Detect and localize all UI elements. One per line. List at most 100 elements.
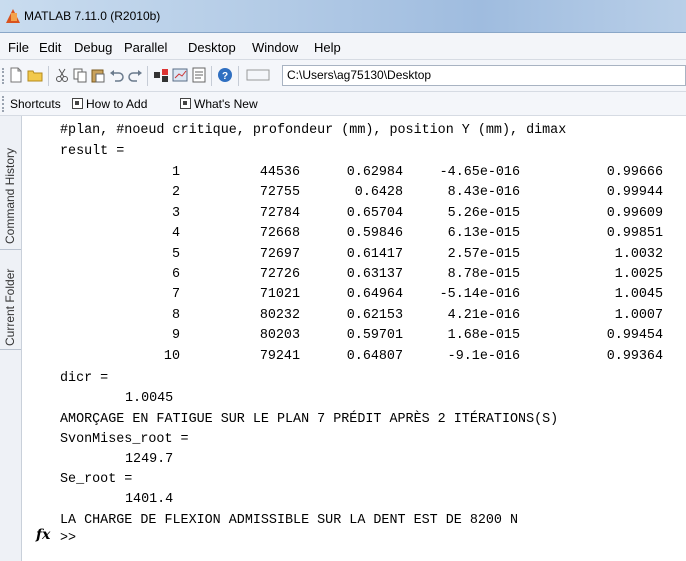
simulink-icon[interactable] xyxy=(153,67,169,83)
profondeur-cell: 0.59701 xyxy=(346,328,403,344)
se-root-label: Se_root = xyxy=(60,472,133,487)
menu-edit[interactable]: Edit xyxy=(39,40,61,55)
plan-cell: 9 xyxy=(171,328,180,344)
menu-window[interactable]: Window xyxy=(252,40,298,55)
shortcut-whats-new[interactable]: What's New xyxy=(180,97,258,111)
table-row: 2 72755 0.6428 8.43e-016 0.99944 xyxy=(60,185,680,205)
profondeur-cell: 0.64964 xyxy=(346,287,403,303)
profondeur-cell: 0.62153 xyxy=(346,307,403,323)
profondeur-cell: 0.59846 xyxy=(346,226,403,242)
paste-icon[interactable] xyxy=(90,67,106,83)
dimax-cell: 0.99944 xyxy=(606,185,663,201)
profondeur-cell: 0.65704 xyxy=(346,205,403,221)
shortcuts-bar: Shortcuts How to Add What's New xyxy=(0,92,686,116)
result-label: result = xyxy=(60,144,125,159)
dimax-cell: 0.99609 xyxy=(606,205,663,221)
se-root-value: 1401.4 xyxy=(125,492,174,507)
shortcut-label: What's New xyxy=(194,97,258,111)
menu-parallel[interactable]: Parallel xyxy=(124,40,167,55)
noeud-cell: 72784 xyxy=(259,205,300,221)
shortcut-icon xyxy=(72,98,83,109)
shortcut-icon xyxy=(180,98,191,109)
noeud-cell: 71021 xyxy=(259,287,300,303)
guide-icon[interactable] xyxy=(172,67,188,83)
current-folder-input[interactable]: C:\Users\ag75130\Desktop xyxy=(282,65,686,86)
undo-icon[interactable] xyxy=(109,67,125,83)
svg-text:?: ? xyxy=(222,71,228,82)
tab-label: Command History xyxy=(3,147,17,244)
tab-label: Current Folder xyxy=(3,268,17,346)
dimax-cell: 1.0045 xyxy=(614,287,663,303)
side-tabs: Command History Current Folder xyxy=(0,116,22,561)
menu-file[interactable]: File xyxy=(8,40,29,55)
new-file-icon[interactable] xyxy=(8,67,24,83)
noeud-cell: 80232 xyxy=(259,307,300,323)
position-y-cell: 1.68e-015 xyxy=(447,328,520,344)
plan-cell: 5 xyxy=(171,246,180,262)
menu-bar: File Edit Debug Parallel Desktop Window … xyxy=(0,33,686,60)
toolbar-grip[interactable] xyxy=(2,68,6,84)
menu-debug[interactable]: Debug xyxy=(74,40,112,55)
window-title: MATLAB 7.11.0 (R2010b) xyxy=(24,9,161,23)
position-y-cell: 2.57e-015 xyxy=(447,246,520,262)
plan-cell: 10 xyxy=(163,348,180,364)
dimax-cell: 1.0025 xyxy=(614,267,663,282)
cut-icon[interactable] xyxy=(54,67,70,83)
toolbar-separator xyxy=(48,66,49,86)
toolbar-separator xyxy=(211,66,212,86)
menu-help[interactable]: Help xyxy=(314,40,341,55)
current-folder-label-icon xyxy=(246,67,270,83)
table-row: 8 80232 0.62153 4.21e-016 1.0007 xyxy=(60,308,680,328)
noeud-cell: 72755 xyxy=(259,185,300,201)
tab-current-folder[interactable]: Current Folder xyxy=(0,250,21,350)
noeud-cell: 72697 xyxy=(259,246,300,262)
table-row: 3 72784 0.65704 5.26e-015 0.99609 xyxy=(60,206,680,226)
position-y-cell: 8.78e-015 xyxy=(447,267,520,282)
profondeur-cell: 0.6428 xyxy=(354,185,403,201)
redo-icon[interactable] xyxy=(127,67,143,83)
profondeur-cell: 0.61417 xyxy=(346,246,403,262)
toolbar-separator xyxy=(147,66,148,86)
dimax-cell: 0.99364 xyxy=(606,348,663,364)
command-window[interactable]: #plan, #noeud critique, profondeur (mm),… xyxy=(22,116,686,561)
matlab-logo-icon xyxy=(6,9,20,23)
dimax-cell: 0.99666 xyxy=(606,165,663,180)
svonmises-label: SvonMises_root = xyxy=(60,432,189,447)
tab-command-history[interactable]: Command History xyxy=(0,120,21,250)
svonmises-value: 1249.7 xyxy=(125,452,174,467)
dimax-cell: 1.0007 xyxy=(614,307,663,323)
help-icon[interactable]: ? xyxy=(217,67,233,83)
table-row: 9 80203 0.59701 1.68e-015 0.99454 xyxy=(60,328,680,348)
position-y-cell: 6.13e-015 xyxy=(447,226,520,242)
plan-cell: 4 xyxy=(171,226,180,242)
dimax-cell: 1.0032 xyxy=(614,246,663,262)
shortcuts-grip[interactable] xyxy=(2,96,6,112)
position-y-cell: -5.14e-016 xyxy=(439,287,520,303)
noeud-cell: 79241 xyxy=(259,348,300,364)
table-row: 10 79241 0.64807 -9.1e-016 0.99364 xyxy=(60,349,680,369)
menu-desktop[interactable]: Desktop xyxy=(188,40,236,55)
fx-function-browser-icon[interactable]: fx xyxy=(36,527,50,543)
copy-icon[interactable] xyxy=(72,67,88,83)
plan-cell: 2 xyxy=(171,185,180,201)
noeud-cell: 44536 xyxy=(259,165,300,180)
shortcut-how-to-add[interactable]: How to Add xyxy=(72,97,147,111)
profiler-icon[interactable] xyxy=(191,67,207,83)
open-folder-icon[interactable] xyxy=(27,67,43,83)
dimax-cell: 0.99454 xyxy=(606,328,663,344)
plan-cell: 3 xyxy=(171,205,180,221)
plan-cell: 6 xyxy=(171,267,180,282)
table-row: 7 71021 0.64964 -5.14e-016 1.0045 xyxy=(60,287,680,307)
noeud-cell: 72668 xyxy=(259,226,300,242)
noeud-cell: 72726 xyxy=(259,267,300,282)
table-row: 1 44536 0.62984 -4.65e-016 0.99666 xyxy=(60,165,680,185)
fatigue-message: AMORÇAGE EN FATIGUE SUR LE PLAN 7 PRÉDIT… xyxy=(60,412,559,427)
toolbar: ? C:\Users\ag75130\Desktop xyxy=(0,60,686,92)
header-line: #plan, #noeud critique, profondeur (mm),… xyxy=(60,123,567,138)
table-row: 6 72726 0.63137 8.78e-015 1.0025 xyxy=(60,267,680,287)
profondeur-cell: 0.64807 xyxy=(346,348,403,364)
noeud-cell: 80203 xyxy=(259,328,300,344)
toolbar-separator xyxy=(238,66,239,86)
plan-cell: 8 xyxy=(171,307,180,323)
command-prompt[interactable]: >> xyxy=(60,531,76,546)
